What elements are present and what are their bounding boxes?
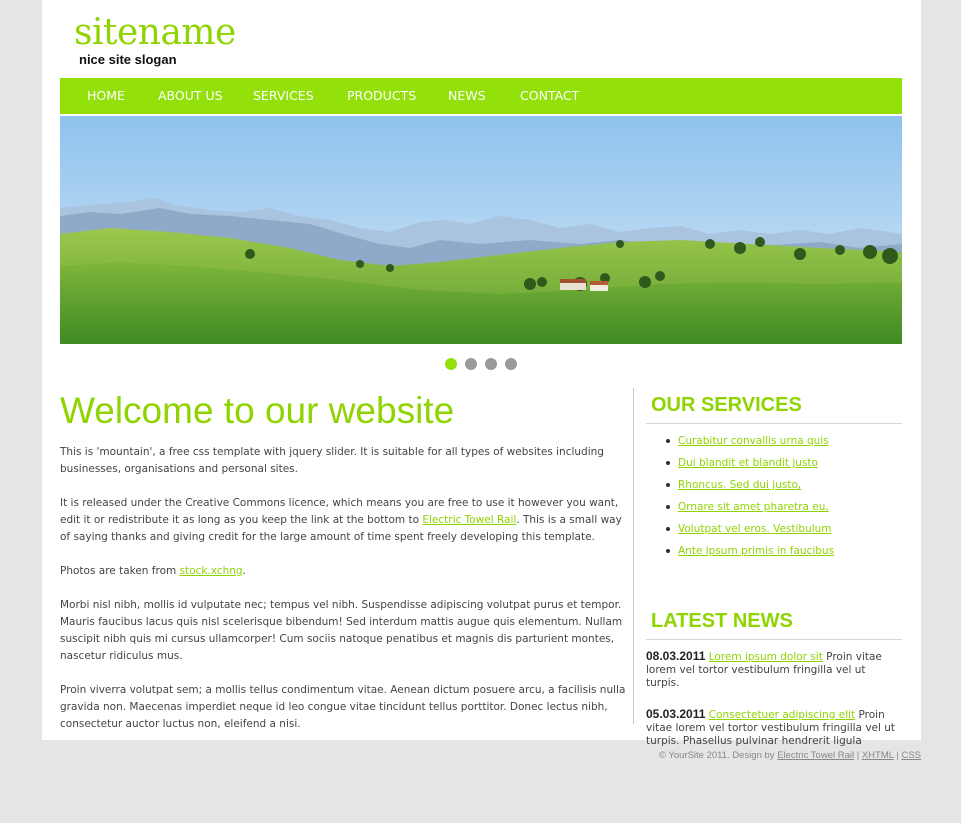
site-slogan: nice site slogan	[79, 52, 177, 67]
nav-home[interactable]: HOME	[87, 78, 125, 114]
list-item: Rhoncus. Sed dui justo,	[666, 476, 902, 498]
page-title: Welcome to our website	[60, 390, 455, 431]
nav-services[interactable]: SERVICES	[253, 78, 314, 114]
lorem-paragraph-1: Morbi nisl nibh, mollis id vulputate nec…	[60, 599, 623, 662]
site-logo[interactable]: sitename	[74, 12, 236, 54]
service-link[interactable]: Curabitur convallis urna quis	[678, 435, 829, 447]
service-link[interactable]: Ornare sit amet pharetra eu,	[678, 501, 829, 513]
news-date: 05.03.2011	[646, 707, 706, 721]
main-nav: HOME ABOUT US SERVICES PRODUCTS NEWS CON…	[60, 78, 902, 114]
service-link[interactable]: Rhoncus. Sed dui justo,	[678, 479, 801, 491]
footer-xhtml-link[interactable]: XHTML	[862, 750, 894, 761]
news-heading: LATEST NEWS	[646, 606, 902, 640]
page-container: sitename nice site slogan HOME ABOUT US …	[42, 0, 921, 747]
stock-xchng-link[interactable]: stock.xchng	[180, 565, 243, 577]
licence-paragraph: It is released under the Creative Common…	[60, 495, 632, 546]
main-content: Welcome to our website This is 'mountain…	[60, 388, 632, 750]
service-link[interactable]: Volutpat vel eros. Vestibulum	[678, 523, 832, 535]
services-list: Curabitur convallis urna quis Dui blandi…	[646, 432, 902, 564]
nav-about-us[interactable]: ABOUT US	[158, 78, 223, 114]
sidebar: OUR SERVICES Curabitur convallis urna qu…	[646, 390, 902, 748]
mountain-landscape-image	[60, 116, 902, 344]
photos-text: Photos are taken from	[60, 565, 180, 577]
column-divider	[633, 388, 634, 724]
slider-dot-4[interactable]	[505, 358, 517, 370]
photos-text-end: .	[242, 565, 246, 577]
news-item: 05.03.2011 Consectetuer adipiscing elit …	[646, 708, 902, 748]
services-heading: OUR SERVICES	[646, 390, 902, 424]
nav-news[interactable]: NEWS	[448, 78, 486, 114]
lorem-paragraph-2: Proin viverra volutpat sem; a mollis tel…	[60, 684, 626, 730]
slider-dot-1[interactable]	[445, 358, 457, 370]
list-item: Dui blandit et blandit justo	[666, 454, 902, 476]
news-date: 08.03.2011	[646, 649, 706, 663]
service-link[interactable]: Dui blandit et blandit justo	[678, 457, 818, 469]
news-link[interactable]: Lorem ipsum dolor sit	[709, 651, 823, 663]
footer-design-link[interactable]: Electric Towel Rail	[777, 750, 854, 761]
list-item: Curabitur convallis urna quis	[666, 432, 902, 454]
electric-towel-rail-link[interactable]: Electric Towel Rail	[422, 514, 516, 526]
service-link[interactable]: Ante ipsum primis in faucibus	[678, 545, 834, 557]
list-item: Ornare sit amet pharetra eu,	[666, 498, 902, 520]
news-link[interactable]: Consectetuer adipiscing elit	[709, 709, 855, 721]
photos-paragraph: Photos are taken from stock.xchng.	[60, 563, 632, 580]
list-item: Volutpat vel eros. Vestibulum	[666, 520, 902, 542]
slider-dot-2[interactable]	[465, 358, 477, 370]
news-item: 08.03.2011 Lorem ipsum dolor sit Proin v…	[646, 650, 902, 690]
slider-image	[60, 116, 902, 344]
footer: © YourSite 2011. Design by Electric Towe…	[659, 750, 921, 761]
slider-dot-3[interactable]	[485, 358, 497, 370]
footer-css-link[interactable]: CSS	[901, 750, 921, 761]
footer-copyright: © YourSite 2011. Design by	[658, 750, 778, 761]
nav-products[interactable]: PRODUCTS	[347, 78, 416, 114]
list-item: Ante ipsum primis in faucibus	[666, 542, 902, 564]
footer-separator: |	[854, 750, 862, 761]
intro-paragraph: This is 'mountain', a free css template …	[60, 446, 604, 475]
nav-contact[interactable]: CONTACT	[520, 78, 579, 114]
